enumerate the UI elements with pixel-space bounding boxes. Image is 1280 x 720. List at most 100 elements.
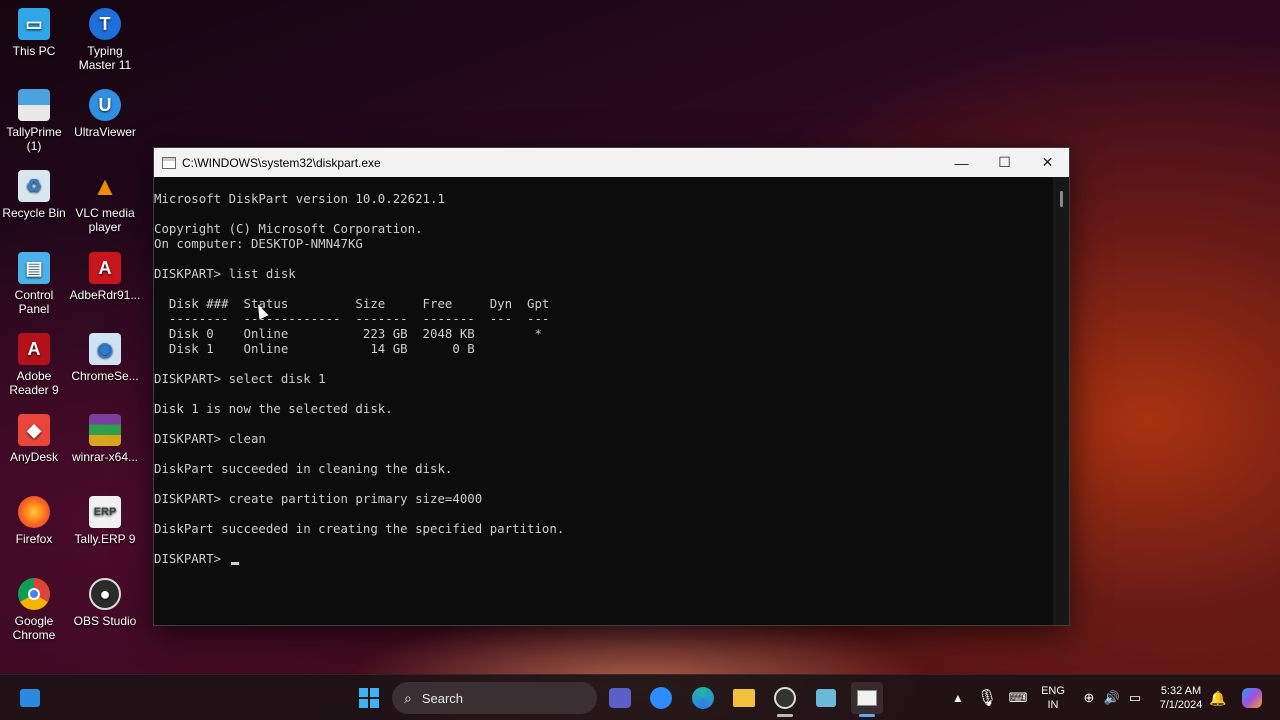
recycle-bin-icon: ♻ xyxy=(18,170,50,202)
teams-icon xyxy=(609,688,631,708)
taskbar-search-box[interactable]: ⌕ Search xyxy=(392,682,597,714)
taskbar-obs[interactable] xyxy=(769,682,801,714)
taskbar-file-explorer[interactable] xyxy=(728,682,760,714)
copilot-icon xyxy=(1242,688,1262,708)
winrar-icon xyxy=(89,414,121,446)
vlc-icon: ▲ xyxy=(92,171,118,201)
obs-running-indicator xyxy=(777,714,793,717)
region-code: IN xyxy=(1047,699,1059,711)
console-app-icon xyxy=(162,156,176,169)
console-line: Disk ### Status Size Free Dyn Gpt xyxy=(154,296,550,311)
copilot-button[interactable] xyxy=(1236,682,1268,714)
clock-time: 5:32 AM xyxy=(1160,685,1202,697)
desktop-icon-control-panel[interactable]: ▤ Control Panel xyxy=(0,252,70,316)
folder-icon xyxy=(733,689,755,707)
start-button[interactable] xyxy=(353,682,385,714)
console-line: DISKPART> select disk 1 xyxy=(154,371,326,386)
battery-button[interactable]: ▭ xyxy=(1119,682,1151,714)
language-code: ENG xyxy=(1041,685,1065,697)
language-indicator[interactable]: ENG IN xyxy=(1038,684,1068,712)
globe-icon: ⊕ xyxy=(1083,690,1095,705)
vertical-scrollbar[interactable] xyxy=(1053,177,1069,625)
microphone-icon: 🎙 xyxy=(976,690,998,707)
taskbar-terminal[interactable] xyxy=(851,682,883,714)
search-placeholder: Search xyxy=(421,690,464,706)
obs-icon: ● xyxy=(89,578,121,610)
desktop-icon-google-chrome[interactable]: Google Chrome xyxy=(0,578,70,642)
desktop-icon-ultraviewer[interactable]: U UltraViewer xyxy=(69,89,141,139)
tallyprime-icon xyxy=(18,89,50,121)
desktop-icon-recycle-bin[interactable]: ♻ Recycle Bin xyxy=(0,170,70,220)
edge-icon xyxy=(692,687,714,709)
desktop-icon-tallyprime[interactable]: TallyPrime (1) xyxy=(0,89,70,153)
desktop-icon-obs-studio[interactable]: ● OBS Studio xyxy=(69,578,141,628)
adobe-reader-icon: A xyxy=(18,333,50,365)
widgets-icon xyxy=(20,689,40,707)
desktop-icon-vlc[interactable]: ▲ VLC media player xyxy=(69,170,141,234)
console-line: DiskPart succeeded in creating the speci… xyxy=(154,521,565,536)
clock-date: 7/1/2024 xyxy=(1159,699,1203,711)
firefox-icon xyxy=(18,496,50,528)
console-line: Disk 0 Online 223 GB 2048 KB * xyxy=(154,326,542,341)
desktop-icon-firefox[interactable]: Firefox xyxy=(0,496,70,546)
console-line: On computer: DESKTOP-NMN47KG xyxy=(154,236,363,251)
keyboard-icon: ⌨ xyxy=(1008,690,1028,705)
touch-keyboard-button[interactable]: ⌨ xyxy=(1002,682,1034,714)
microphone-button[interactable]: 🎙 xyxy=(971,682,1003,714)
show-hidden-icons-button[interactable]: ▲ xyxy=(942,682,974,714)
console-line: Disk 1 Online 14 GB 0 B xyxy=(154,341,475,356)
desktop-icon-anydesk[interactable]: ◆ AnyDesk xyxy=(0,414,70,464)
battery-icon: ▭ xyxy=(1128,690,1142,705)
terminal-active-indicator xyxy=(859,714,875,717)
desktop-icon-tally-erp[interactable]: ERP Tally.ERP 9 xyxy=(69,496,141,546)
notifications-button[interactable]: 🔔 xyxy=(1202,682,1234,714)
desktop-icon-typing-master[interactable]: T Typing Master 11 xyxy=(69,8,141,72)
bell-icon: 🔔 xyxy=(1209,689,1227,706)
chrome-setup-icon: ◉ xyxy=(89,333,121,365)
close-button[interactable]: ✕ xyxy=(1026,148,1069,177)
console-output[interactable]: Microsoft DiskPart version 10.0.22621.1 C… xyxy=(154,177,1053,625)
console-line: DISKPART> clean xyxy=(154,431,266,446)
typing-master-icon: T xyxy=(89,8,121,40)
scrollbar-thumb[interactable] xyxy=(1060,191,1063,207)
console-line: DISKPART> xyxy=(154,551,1053,566)
console-line: Copyright (C) Microsoft Corporation. xyxy=(154,221,423,236)
desktop-icon-chrome-setup[interactable]: ◉ ChromeSe... xyxy=(69,333,141,383)
taskbar-edge[interactable] xyxy=(687,682,719,714)
obs-taskbar-icon xyxy=(774,687,796,709)
speaker-icon: 🔊 xyxy=(1103,690,1121,705)
diskpart-window[interactable]: C:\WINDOWS\system32\diskpart.exe — ☐ ✕ M… xyxy=(153,147,1070,626)
taskbar-teams[interactable] xyxy=(604,682,636,714)
console-line: DISKPART> create partition primary size=… xyxy=(154,491,483,506)
ultraviewer-icon: U xyxy=(89,89,121,121)
desktop-icon-adobe-reader[interactable]: A Adobe Reader 9 xyxy=(0,333,70,397)
chevron-up-icon: ▲ xyxy=(952,691,964,705)
taskbar-network-app[interactable] xyxy=(810,682,842,714)
network-app-icon xyxy=(816,689,836,707)
desktop-icon-winrar[interactable]: winrar-x64... xyxy=(69,414,141,464)
chrome-icon xyxy=(18,578,50,610)
taskbar-zoom[interactable] xyxy=(645,682,677,714)
maximize-button[interactable]: ☐ xyxy=(983,148,1026,177)
window-titlebar[interactable]: C:\WINDOWS\system32\diskpart.exe — ☐ ✕ xyxy=(154,148,1069,177)
desktop-icon-this-pc[interactable]: ▭ This PC xyxy=(0,8,70,58)
windows-logo-icon xyxy=(359,688,379,708)
text-cursor xyxy=(230,562,239,565)
search-icon: ⌕ xyxy=(404,689,412,706)
monitor-icon: ▭ xyxy=(18,8,50,40)
minimize-button[interactable]: — xyxy=(940,148,983,177)
desktop-icon-adberdr-installer[interactable]: A AdbeRdr91... xyxy=(69,252,141,302)
widgets-button[interactable] xyxy=(14,682,46,714)
console-line: Disk 1 is now the selected disk. xyxy=(154,401,393,416)
window-title: C:\WINDOWS\system32\diskpart.exe xyxy=(182,155,381,170)
